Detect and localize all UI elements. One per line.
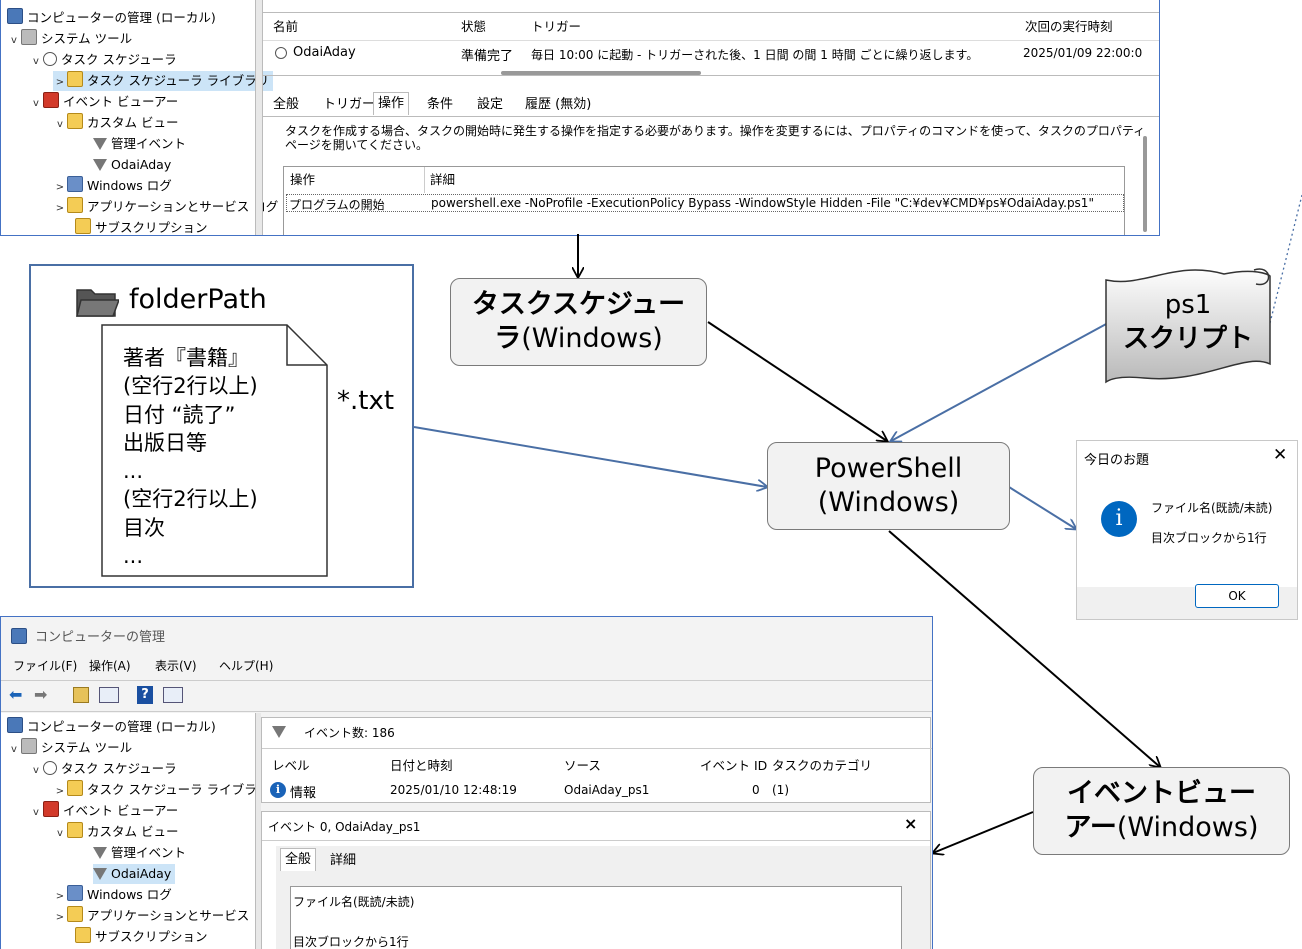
menu-view[interactable]: 表示(V) [155,657,197,674]
arrow-folder-to-powershell [413,426,767,487]
event-count: イベント数: 186 [304,726,395,740]
arrow-powershell-to-dialog [1008,486,1076,529]
event-viewer-node: イベントビュー アー(Windows) [1033,767,1290,855]
subscription-icon [75,927,91,943]
column-header-task-category[interactable]: タスクのカテゴリ [772,756,872,776]
tools-icon [21,738,37,754]
dotted-leader-line [1269,194,1302,324]
tree-item-app-service-log[interactable]: > アプリケーションとサービス ログ [53,906,278,926]
windows-log-icon [67,885,83,901]
forward-icon[interactable]: ➡ [34,685,47,704]
chevron-right-icon[interactable]: > [53,908,67,928]
task-scheduler-node: タスクスケジュー ラ(Windows) [450,278,707,366]
event-source: OdaiAday_ps1 [564,783,650,797]
clock-icon [43,761,57,775]
event-detail-title: イベント 0, OdaiAday_ps1 [268,820,421,834]
tree-item-odaiaday[interactable]: OdaiAday [93,864,176,884]
chevron-right-icon[interactable]: > [53,782,67,802]
event-detail-line2: 目次ブロックから1行 [293,935,409,949]
dialog-message-line2: 目次ブロックから1行 [1151,531,1267,545]
column-header-source[interactable]: ソース [564,756,601,776]
filter-icon [93,868,107,880]
tree-item-computer-management[interactable]: コンピューターの管理 (ローカル) [7,717,216,737]
bottom-tree-pane: コンピューターの管理 (ローカル) v システム ツール v タスク スケジューラ … [1,713,278,949]
ok-button[interactable]: OK [1195,584,1279,608]
computer-management-icon [11,628,27,644]
tree-item-task-scheduler[interactable]: v タスク スケジューラ [29,759,177,779]
event-detail-line1: ファイル名(既読/未読) [293,895,415,909]
event-detail-panel: イベント 0, OdaiAday_ps1 × 全般 詳細 ファイル名(既読/未読… [261,811,931,949]
chevron-down-icon[interactable]: v [53,824,67,844]
folder-icon [67,822,83,838]
help-icon[interactable]: ? [137,686,153,704]
diagram-canvas: { "top_window": { "tree": [ {"label":"コン… [0,0,1302,949]
event-detail-close-button[interactable]: × [904,814,917,833]
back-icon[interactable]: ⬅ [9,685,22,704]
dialog-close-button[interactable]: ✕ [1273,445,1287,465]
event-category: (1) [772,783,789,797]
chevron-down-icon[interactable]: v [29,803,43,823]
tree-item-event-viewer[interactable]: v イベント ビューアー [29,801,178,821]
arrow-eventviewer-to-window [933,811,1034,853]
menu-file[interactable]: ファイル(F) [13,657,77,674]
folder-clock-icon [67,780,83,796]
arrow-scheduler-to-powershell [707,321,887,441]
chevron-down-icon[interactable]: v [29,761,43,781]
tree-item-subscription[interactable]: サブスクリプション [75,927,208,947]
tab-detail-details[interactable]: 詳細 [326,850,360,872]
action-pane-icon[interactable] [163,687,183,703]
chevron-down-icon[interactable]: v [7,740,21,760]
chevron-right-icon[interactable]: > [53,887,67,907]
info-icon: i [1101,501,1137,537]
dialog-title: 今日のお題 [1084,453,1150,468]
event-id: 0 [752,783,760,797]
computer-icon [7,717,23,733]
tree-item-custom-view[interactable]: v カスタム ビュー [53,822,178,842]
event-detail-textbox[interactable]: ファイル名(既読/未読) 目次ブロックから1行 [290,886,902,949]
folder-icon [67,906,83,922]
menu-help[interactable]: ヘルプ(H) [219,657,273,674]
tree-item-task-scheduler-library[interactable]: > タスク スケジューラ ライブラリ [53,780,269,800]
tab-detail-general[interactable]: 全般 [280,848,317,871]
dialog-message-line1: ファイル名(既読/未読) [1151,501,1273,515]
info-level-icon: i [270,782,286,798]
filter-icon [93,847,107,859]
column-header-datetime[interactable]: 日付と時刻 [390,756,453,776]
tree-item-system-tools[interactable]: v システム ツール [7,738,132,758]
tree-item-admin-events[interactable]: 管理イベント [93,843,186,863]
event-list: イベント数: 186 レベル 日付と時刻 ソース イベント ID タスクのカテゴ… [261,717,932,803]
ps1-script-node: ps1 スクリプト [1122,290,1253,354]
odai-dialog: 今日のお題 ✕ i ファイル名(既読/未読) 目次ブロックから1行 OK [1076,440,1298,620]
arrow-ps1-to-powershell [891,322,1109,441]
menu-action[interactable]: 操作(A) [89,657,131,674]
console-tree-icon[interactable] [99,687,119,703]
column-header-level[interactable]: レベル [272,756,310,776]
event-datetime: 2025/01/10 12:48:19 [390,783,517,797]
window-title: コンピューターの管理 [35,630,166,645]
event-level: 情報 [290,786,317,801]
filter-icon [272,726,286,738]
powershell-node: PowerShell (Windows) [767,442,1010,530]
tree-item-windows-log[interactable]: > Windows ログ [53,885,172,905]
event-viewer-icon [43,801,59,817]
up-folder-icon[interactable] [73,687,89,703]
column-header-event-id[interactable]: イベント ID [700,756,767,776]
event-row[interactable]: i 情報 2025/01/10 12:48:19 OdaiAday_ps1 0 … [262,780,932,802]
bottom-window-screenshot: コンピューターの管理 ファイル(F) 操作(A) 表示(V) ヘルプ(H) ⬅ … [0,616,933,949]
